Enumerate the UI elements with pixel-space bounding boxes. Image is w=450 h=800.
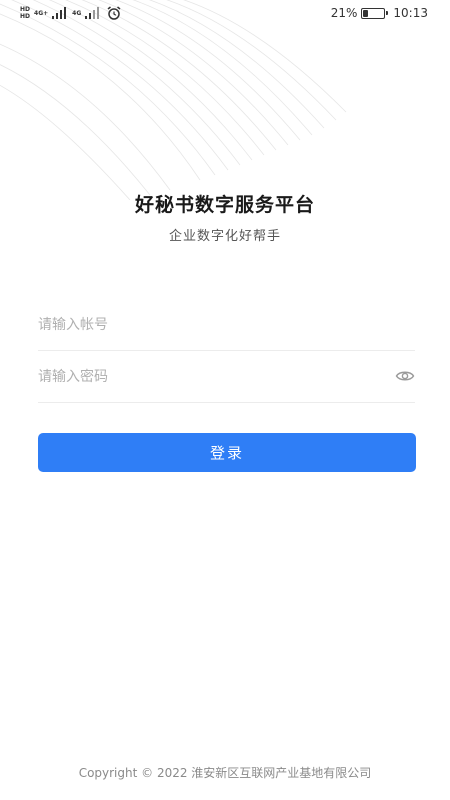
login-button[interactable]: 登录 [38, 433, 416, 472]
sim1-label: HD [20, 6, 31, 13]
network1-label: 4G+ [34, 9, 49, 17]
account-input[interactable] [38, 299, 378, 350]
password-field [38, 351, 415, 403]
sim-labels: HD HD [20, 6, 30, 20]
account-field [38, 299, 415, 351]
battery-percent: 21% [330, 6, 358, 20]
app-title: 好秘书数字服务平台 [134, 194, 315, 216]
decorative-background-lines [0, 0, 347, 200]
battery-icon [361, 7, 388, 19]
battery-level-fill [363, 9, 368, 17]
status-bar-left: HD HD 4G+ 4G [20, 4, 121, 22]
status-bar-right: 21% 10:13 [331, 4, 428, 22]
copyright-text: Copyright © 2022 淮安新区互联网产业基地有限公司 [78, 766, 372, 780]
password-input[interactable] [38, 351, 378, 402]
app-subtitle: 企业数字化好帮手 [168, 229, 281, 244]
clock: 10:13 [393, 6, 428, 20]
sim2-label: HD [20, 13, 31, 20]
signal-icon [85, 7, 100, 19]
status-bar: HD HD 4G+ 4G 21% 10:13 [0, 0, 450, 26]
alarm-icon [107, 6, 121, 20]
eye-icon[interactable] [395, 366, 415, 386]
signal-icon [52, 7, 67, 19]
network2-label: 4G [72, 9, 82, 17]
login-screen: HD HD 4G+ 4G 21% 10:13 好秘书数字服务平台 企业数字化好帮… [0, 0, 450, 800]
